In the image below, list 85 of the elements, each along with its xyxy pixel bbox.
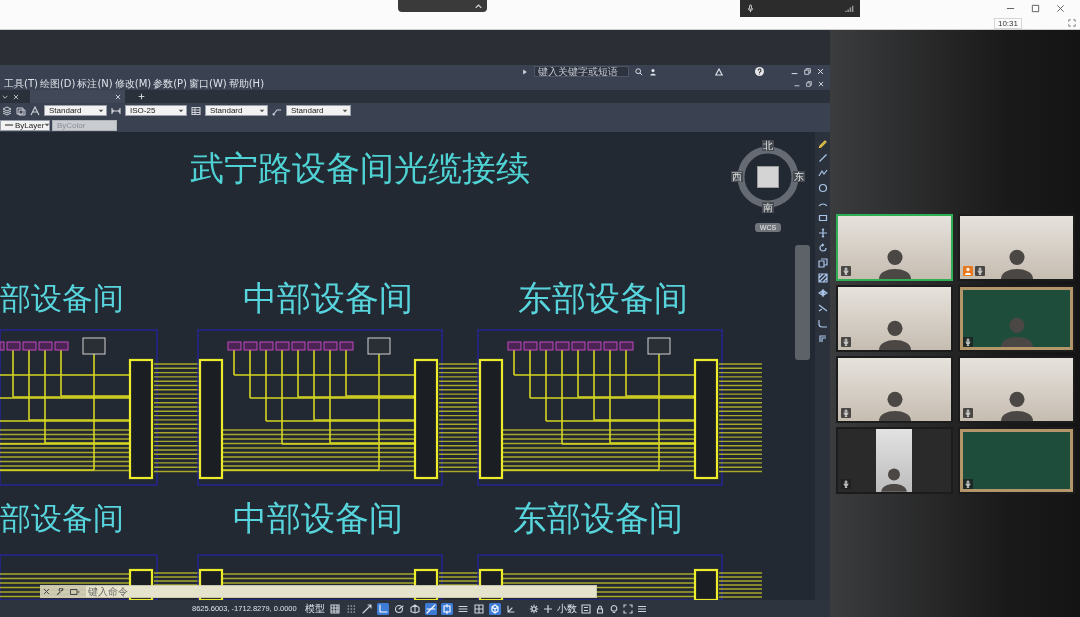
line-sample-icon: [5, 123, 13, 127]
room-label: 中部设备间: [243, 280, 413, 316]
diagonal-arrow-icon[interactable]: [360, 602, 373, 615]
caret-icon: [259, 107, 265, 114]
close-icon[interactable]: [43, 588, 50, 595]
layers-icon[interactable]: [2, 105, 12, 116]
search-field[interactable]: 键入关键字或短语: [534, 66, 629, 77]
menu-item[interactable]: 修改(M): [113, 78, 153, 90]
caret-icon: [342, 107, 348, 114]
text-style-dropdown[interactable]: Standard: [44, 105, 107, 116]
room-label: 部设备间: [0, 280, 124, 316]
cube-icon[interactable]: [488, 602, 501, 615]
user-icon[interactable]: [649, 67, 657, 76]
model-space-button[interactable]: 模型: [304, 602, 325, 615]
layer-dropdown[interactable]: ByLayer: [0, 119, 50, 131]
caret-icon: [44, 122, 51, 128]
menu-item[interactable]: 标注(N): [76, 78, 114, 90]
person-silhouette-icon: [879, 466, 909, 492]
trim-icon[interactable]: [817, 303, 828, 313]
triangle-icon[interactable]: [715, 67, 723, 76]
gear-icon[interactable]: [528, 603, 539, 614]
line-icon[interactable]: [817, 153, 828, 163]
search-icon[interactable]: [635, 67, 643, 76]
fillet-icon[interactable]: [817, 318, 828, 328]
chevron-down-icon[interactable]: [2, 93, 8, 100]
video-tile[interactable]: [836, 427, 953, 494]
caret-icon: [178, 107, 184, 114]
compass-label[interactable]: 南: [762, 202, 774, 213]
menu-icon[interactable]: [636, 603, 647, 614]
restore-icon[interactable]: [806, 81, 812, 87]
maximize-icon[interactable]: [1031, 4, 1040, 13]
chevron-icon[interactable]: [475, 2, 482, 10]
room-label: 东部设备间: [518, 280, 688, 316]
polyline-icon[interactable]: [817, 168, 828, 178]
crossed-lines-icon[interactable]: [424, 602, 437, 615]
stacked-squares-icon[interactable]: [16, 105, 26, 116]
hexagon-icon[interactable]: [408, 602, 421, 615]
multileader-style-dropdown[interactable]: Standard: [286, 105, 351, 116]
prompt-icon[interactable]: [70, 586, 80, 597]
table-icon[interactable]: [191, 105, 201, 116]
room-label: 部设备间: [0, 500, 124, 536]
room-label: 东部设备间: [513, 500, 683, 536]
command-field[interactable]: 键入命令: [86, 586, 596, 597]
mic-icon: [746, 4, 755, 13]
wrench-icon[interactable]: [56, 587, 64, 596]
compass-label[interactable]: 东: [793, 171, 805, 182]
text-style-icon[interactable]: [30, 105, 40, 116]
polar-icon[interactable]: [392, 602, 405, 615]
caret-icon: [98, 107, 104, 114]
plus-icon[interactable]: [542, 603, 553, 614]
bulb-icon[interactable]: [608, 603, 619, 614]
close-icon[interactable]: [1056, 4, 1065, 13]
hatch-icon[interactable]: [817, 273, 828, 283]
units-button[interactable]: 小数: [556, 602, 577, 615]
compass-label[interactable]: 西: [731, 171, 743, 182]
square-target-icon[interactable]: [440, 602, 453, 615]
move-icon[interactable]: [817, 228, 828, 238]
menu-item[interactable]: 绘图(D): [38, 78, 77, 90]
compass-label[interactable]: 北: [762, 140, 774, 151]
menu-item[interactable]: 工具(T): [3, 78, 39, 90]
table-style-dropdown[interactable]: Standard: [205, 105, 268, 116]
plus-icon[interactable]: [138, 93, 145, 100]
pencil-icon[interactable]: [817, 138, 828, 148]
grid-icon[interactable]: [328, 602, 341, 615]
restore-icon[interactable]: [804, 68, 811, 75]
signal-icon: [845, 4, 854, 13]
offset-icon[interactable]: [817, 333, 828, 343]
rectangle-icon[interactable]: [817, 213, 828, 223]
menu-item[interactable]: 帮助(H): [227, 78, 266, 90]
menu-item[interactable]: 参数(P): [152, 78, 188, 90]
dimension-style-dropdown[interactable]: ISO-25: [125, 105, 187, 116]
help-icon[interactable]: [755, 67, 764, 76]
clock-time: 10:31: [993, 17, 1022, 29]
right-angle-icon[interactable]: [376, 602, 389, 615]
menu-item[interactable]: 窗口(W): [188, 78, 228, 90]
dimension-icon[interactable]: [111, 105, 121, 116]
quad-grid-icon[interactable]: [472, 602, 485, 615]
lock-icon[interactable]: [594, 603, 605, 614]
play-icon[interactable]: [522, 68, 528, 75]
copy-icon[interactable]: [817, 258, 828, 268]
drawing-title: 武宁路设备间光缆接续: [190, 150, 530, 186]
rotate-icon[interactable]: [817, 243, 828, 253]
properties-icon[interactable]: [580, 603, 591, 614]
room-label: 中部设备间: [233, 500, 403, 536]
mirror-icon[interactable]: [817, 288, 828, 298]
